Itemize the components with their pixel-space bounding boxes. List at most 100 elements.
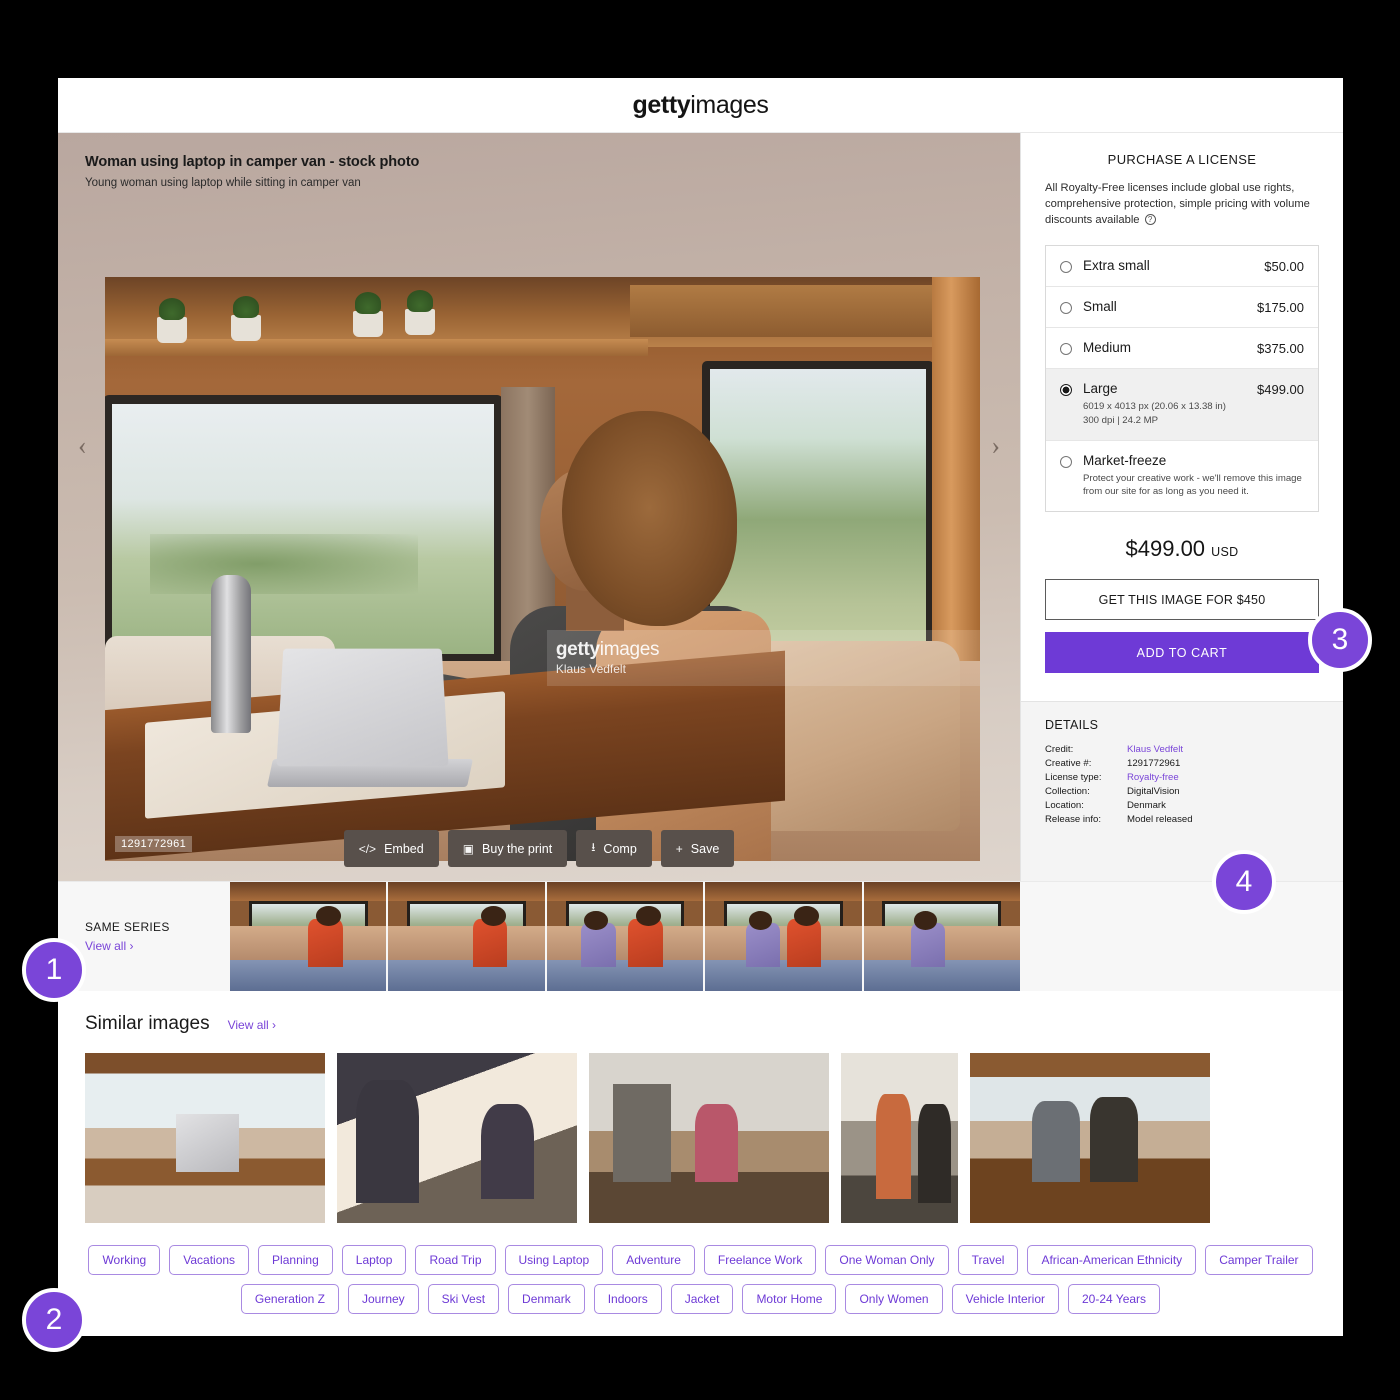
watermark-logo-light: images [599, 639, 660, 661]
license-option-medium[interactable]: Medium $375.00 [1046, 328, 1318, 369]
details-row-release-info: Release info: Model released [1045, 812, 1193, 826]
purchase-description: All Royalty-Free licenses include global… [1045, 181, 1319, 229]
keyword-chip[interactable]: Jacket [670, 1284, 734, 1314]
similar-images-section: Similar images View all › [58, 991, 1343, 1223]
radio-large[interactable] [1060, 383, 1072, 396]
series-thumbnail[interactable] [863, 882, 1021, 991]
prev-image-arrow-icon[interactable]: ‹ [78, 433, 87, 459]
watermark: gettyimages Klaus Vedfelt [546, 630, 980, 686]
license-option-label: Small [1083, 298, 1117, 314]
keyword-chip[interactable]: Vehicle Interior [951, 1284, 1059, 1314]
screenshot-root: gettyimages Woman using laptop in camper… [0, 0, 1400, 1400]
details-value-license-type[interactable]: Royalty-free [1121, 770, 1193, 784]
next-image-arrow-icon[interactable]: › [991, 433, 1000, 459]
series-thumbnail[interactable] [546, 882, 704, 991]
getty-images-logo[interactable]: gettyimages [633, 91, 769, 120]
hero-image-container[interactable]: gettyimages Klaus Vedfelt 1291772961 [105, 277, 980, 861]
details-table: Credit: Klaus Vedfelt Creative #: 129177… [1045, 742, 1193, 826]
keyword-chip[interactable]: Freelance Work [703, 1245, 817, 1275]
license-option-label: Large [1083, 380, 1118, 396]
license-option-label: Extra small [1083, 257, 1150, 273]
get-this-image-button[interactable]: GET THIS IMAGE FOR $450 [1045, 579, 1319, 621]
add-to-cart-button[interactable]: ADD TO CART [1045, 632, 1319, 674]
site-header: gettyimages [58, 78, 1343, 133]
download-icon: ⭳ [591, 840, 596, 854]
comp-button[interactable]: ⭳ Comp [576, 830, 652, 867]
save-button-label: Save [690, 841, 720, 856]
callout-badge-4: 4 [1212, 850, 1276, 914]
comp-button-label: Comp [603, 841, 637, 856]
details-key: Location: [1045, 799, 1084, 811]
keyword-chip[interactable]: Generation Z [240, 1284, 339, 1314]
keyword-chip[interactable]: Laptop [341, 1245, 407, 1275]
asset-caption: Young woman using laptop while sitting i… [85, 177, 361, 189]
similar-images-title: Similar images [85, 1013, 210, 1034]
keyword-chip[interactable]: Planning [258, 1245, 333, 1275]
details-row-collection: Collection: DigitalVision [1045, 784, 1193, 798]
same-series-title: SAME SERIES [85, 920, 170, 934]
currency-label: USD [1211, 545, 1239, 560]
keyword-chip[interactable]: African-American Ethnicity [1027, 1245, 1197, 1275]
similar-image-card[interactable] [85, 1053, 325, 1223]
radio-medium[interactable] [1060, 342, 1072, 355]
hero-image[interactable]: gettyimages Klaus Vedfelt 1291772961 [105, 277, 980, 861]
keyword-chip[interactable]: Ski Vest [427, 1284, 500, 1314]
keyword-chip[interactable]: Denmark [508, 1284, 585, 1314]
keyword-chip[interactable]: Motor Home [742, 1284, 837, 1314]
logo-getty: getty [632, 90, 691, 119]
license-option-extra-small[interactable]: Extra small $50.00 [1046, 246, 1318, 287]
same-series-section: SAME SERIES View all › [58, 881, 1343, 991]
watermark-credit: Klaus Vedfelt [555, 662, 626, 677]
page-title: Woman using laptop in camper van - stock… [85, 154, 420, 170]
license-option-small[interactable]: Small $175.00 [1046, 287, 1318, 328]
code-icon: </> [358, 841, 377, 856]
plus-icon: + [675, 841, 683, 856]
radio-extra-small[interactable] [1060, 260, 1072, 273]
purchase-heading: PURCHASE A LICENSE [1107, 152, 1257, 167]
license-option-large[interactable]: Large 6019 x 4013 px (20.06 x 13.38 in) … [1046, 368, 1318, 441]
license-option-price: $375.00 [1257, 340, 1304, 356]
keyword-chip[interactable]: Journey [347, 1284, 419, 1314]
keyword-chip-list: Working Vacations Planning Laptop Road T… [58, 1223, 1343, 1314]
similar-image-card[interactable] [337, 1053, 577, 1223]
series-thumbnail[interactable] [705, 882, 862, 991]
main-row: Woman using laptop in camper van - stock… [58, 133, 1343, 881]
license-option-market-freeze[interactable]: Market-freeze Protect your creative work… [1046, 441, 1318, 512]
keyword-chip[interactable]: Camper Trailer [1205, 1245, 1313, 1275]
similar-image-card[interactable] [841, 1053, 958, 1223]
details-key: Credit: [1045, 743, 1074, 755]
same-series-view-all-link[interactable]: View all › [85, 939, 230, 953]
details-row-license-type: License type: Royalty-free [1045, 770, 1193, 784]
keyword-chip[interactable]: Travel [957, 1245, 1019, 1275]
keyword-chip[interactable]: Using Laptop [504, 1245, 604, 1275]
keyword-chip[interactable]: Working [88, 1245, 161, 1275]
license-option-price: $50.00 [1264, 258, 1304, 274]
keyword-chip[interactable]: 20-24 Years [1068, 1284, 1161, 1314]
similar-images-view-all-link[interactable]: View all › [228, 1018, 276, 1032]
keyword-chip[interactable]: Adventure [612, 1245, 695, 1275]
keyword-chip[interactable]: Road Trip [415, 1245, 496, 1275]
similar-images-grid [85, 1053, 1343, 1223]
similar-image-card[interactable] [589, 1053, 829, 1223]
similar-image-card[interactable] [970, 1053, 1210, 1223]
save-button[interactable]: + Save [660, 830, 735, 867]
keyword-chip[interactable]: Only Women [845, 1284, 943, 1314]
page-frame: gettyimages Woman using laptop in camper… [58, 78, 1343, 1336]
details-key: Release info: [1045, 813, 1101, 825]
series-thumbnail[interactable] [388, 882, 545, 991]
keyword-chip[interactable]: Vacations [169, 1245, 250, 1275]
purchase-panel: PURCHASE A LICENSE All Royalty-Free lice… [1020, 133, 1343, 881]
embed-button[interactable]: </> Embed [343, 830, 439, 867]
details-heading: DETAILS [1045, 718, 1099, 732]
details-value-credit[interactable]: Klaus Vedfelt [1121, 742, 1193, 756]
keyword-chip[interactable]: One Woman Only [825, 1245, 949, 1275]
purchase-description-text: All Royalty-Free licenses include global… [1045, 182, 1310, 226]
watermark-logo-bold: getty [555, 639, 600, 661]
buy-the-print-button[interactable]: ▣ Buy the print [447, 830, 568, 867]
help-icon[interactable]: ? [1144, 214, 1156, 226]
series-thumbnail[interactable] [230, 882, 387, 991]
license-options-list: Extra small $50.00 Small $175.00 Medium … [1045, 244, 1319, 513]
keyword-chip[interactable]: Indoors [593, 1284, 662, 1314]
radio-market-freeze[interactable] [1060, 455, 1072, 468]
radio-small[interactable] [1060, 301, 1072, 314]
